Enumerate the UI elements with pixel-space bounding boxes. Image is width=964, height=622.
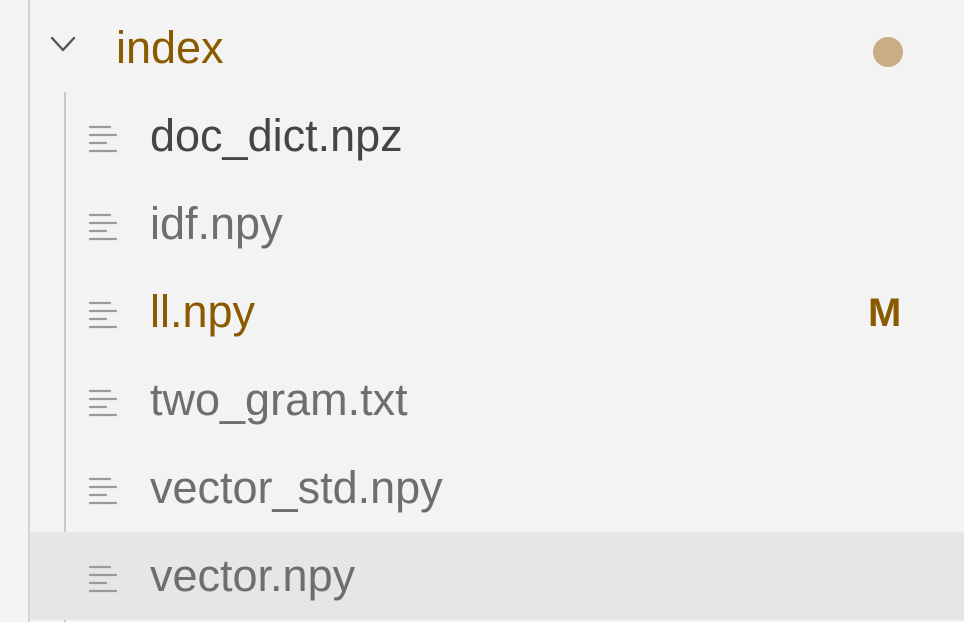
git-status-badge: M [868, 291, 902, 335]
file-row-ll[interactable]: ll.npy M [30, 268, 964, 356]
file-lines-icon [88, 213, 118, 241]
chevron-down-icon[interactable] [50, 34, 76, 54]
file-row-two-gram[interactable]: two_gram.txt [30, 356, 964, 444]
file-lines-icon [88, 389, 118, 417]
file-row-doc-dict[interactable]: doc_dict.npz [30, 92, 964, 180]
file-label: two_gram.txt [150, 374, 408, 425]
file-lines-icon [88, 301, 118, 329]
file-label: idf.npy [150, 198, 283, 249]
folder-row-index[interactable]: index [30, 4, 964, 92]
file-label: vector_std.npy [150, 462, 443, 513]
file-label: doc_dict.npz [150, 110, 403, 161]
file-row-idf[interactable]: idf.npy [30, 180, 964, 268]
folder-label: index [116, 22, 224, 73]
file-lines-icon [88, 565, 118, 593]
file-lines-icon [88, 125, 118, 153]
file-row-vector[interactable]: vector.npy [30, 532, 964, 620]
file-label: vector.npy [150, 550, 356, 601]
modified-dot [873, 37, 903, 67]
file-lines-icon [88, 477, 118, 505]
file-explorer: index doc_dict.npz idf.npy ll.npy M two_… [30, 0, 964, 622]
file-label: ll.npy [150, 286, 256, 337]
file-row-vector-std[interactable]: vector_std.npy [30, 444, 964, 532]
